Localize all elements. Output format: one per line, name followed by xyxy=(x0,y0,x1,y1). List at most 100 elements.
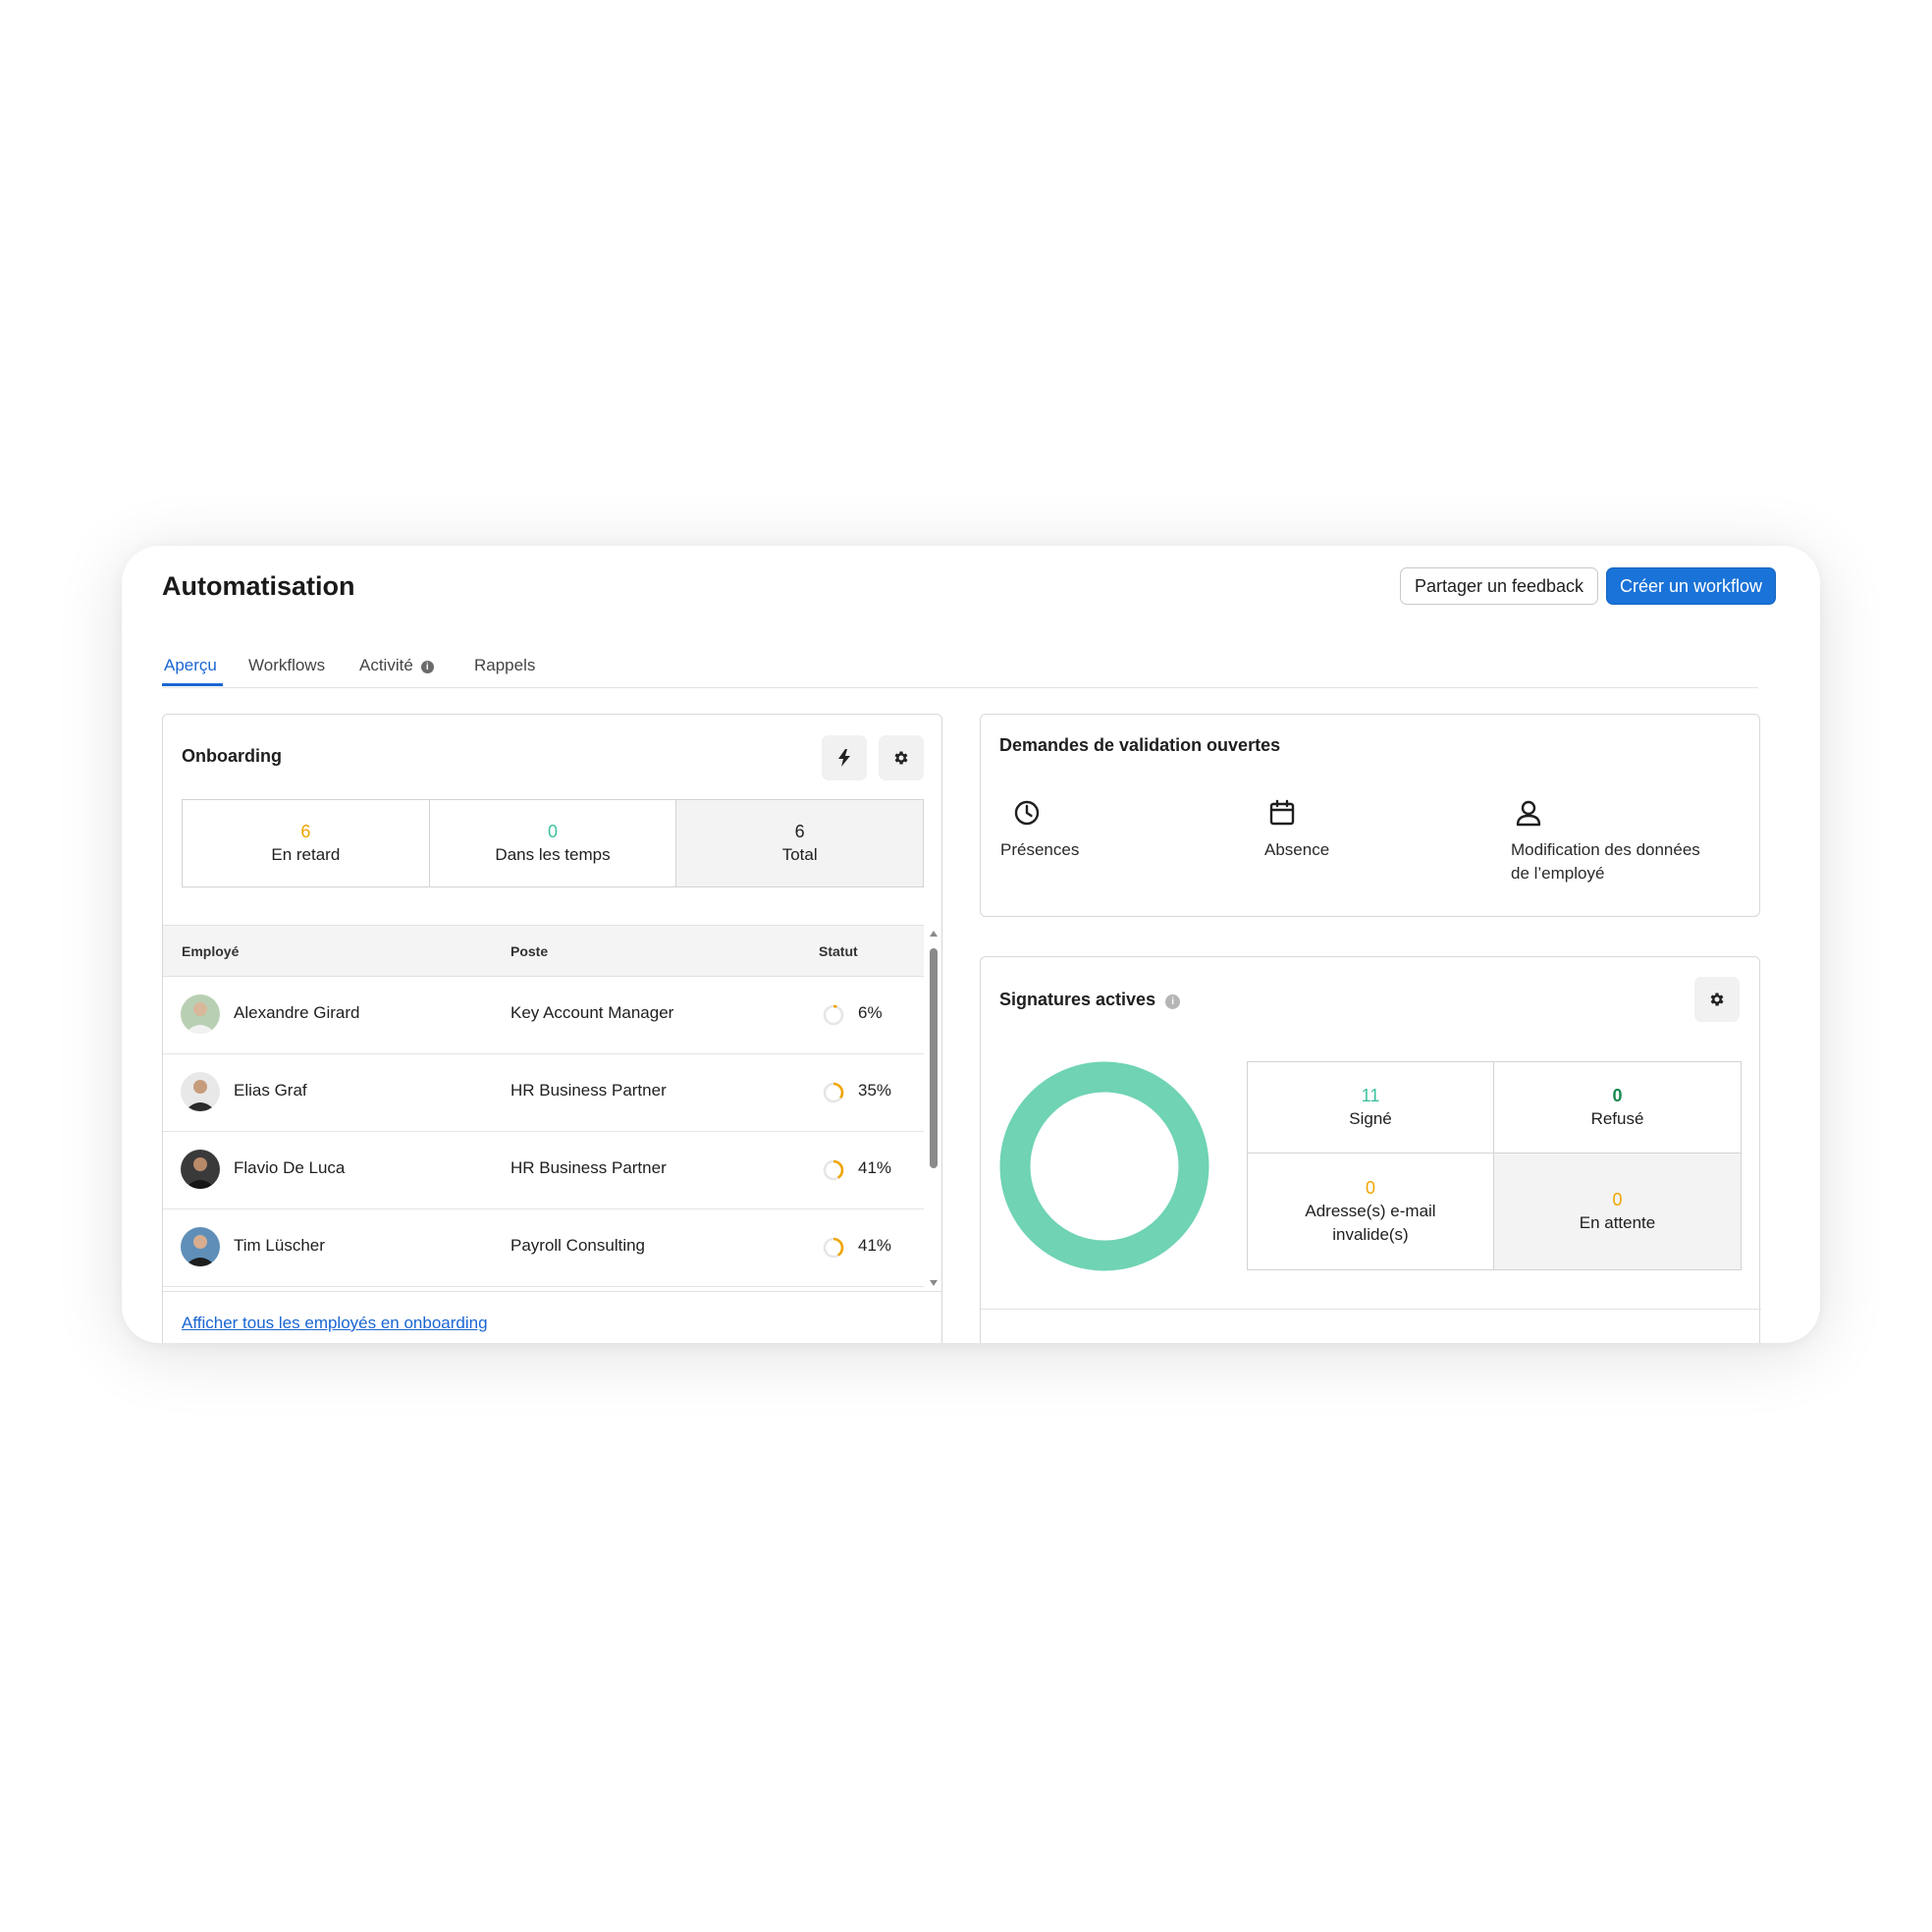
tab-workflows[interactable]: Workflows xyxy=(248,656,325,675)
signature-stat-refused[interactable]: 0 Refusé xyxy=(1494,1062,1741,1154)
create-workflow-button[interactable]: Créer un workflow xyxy=(1606,567,1776,605)
avatar xyxy=(181,1150,220,1189)
table-scrollbar[interactable] xyxy=(926,929,941,1290)
stat-on-time-label: Dans les temps xyxy=(495,845,611,864)
employee-status: 6% xyxy=(858,1003,883,1022)
signature-stat-invalid-email[interactable]: 0 Adresse(s) e-mail invalide(s) xyxy=(1248,1154,1494,1269)
column-header-position[interactable]: Poste xyxy=(510,943,548,959)
signature-stat-refused-value: 0 xyxy=(1612,1086,1623,1105)
onboarding-panel: Onboarding 6 En retard 0 Dans les temps … xyxy=(162,714,942,1343)
scroll-down-arrow-icon[interactable] xyxy=(930,1280,938,1286)
stat-on-time-value: 0 xyxy=(548,822,559,841)
signatures-title: Signatures actives i xyxy=(999,990,1181,1010)
signature-stat-refused-label: Refusé xyxy=(1590,1109,1644,1128)
signature-stat-invalid-email-label-line2: invalide(s) xyxy=(1332,1225,1409,1244)
signatures-stats-grid: 11 Signé 0 Refusé 0 Adresse(s) e-mail in… xyxy=(1247,1061,1742,1270)
stat-late-label: En retard xyxy=(271,845,341,864)
stat-total[interactable]: 6 Total xyxy=(676,800,924,886)
employee-name: Tim Lüscher xyxy=(234,1236,325,1255)
tab-apercu[interactable]: Aperçu xyxy=(164,656,217,675)
signatures-donut-chart xyxy=(999,1061,1209,1271)
tab-bar: Aperçu Workflows Activité i Rappels xyxy=(162,644,1758,688)
gear-icon xyxy=(1710,993,1724,1006)
table-header: Employé Poste Statut xyxy=(163,925,924,977)
validation-item-presences[interactable]: Présences xyxy=(1000,799,1079,859)
avatar xyxy=(181,1227,220,1266)
table-row[interactable]: Tim Lüscher Payroll Consulting 41% xyxy=(163,1209,924,1287)
table-row[interactable]: Alexandre Girard Key Account Manager 6% xyxy=(163,977,924,1054)
info-icon[interactable]: i xyxy=(1165,994,1181,1009)
validation-label-presences: Présences xyxy=(1000,840,1080,859)
divider xyxy=(163,1291,941,1292)
gear-icon xyxy=(894,751,908,765)
stat-on-time[interactable]: 0 Dans les temps xyxy=(430,800,677,886)
column-header-status[interactable]: Statut xyxy=(819,943,858,959)
employee-status: 35% xyxy=(858,1081,892,1100)
employee-status: 41% xyxy=(858,1236,892,1255)
validation-item-absence[interactable]: Absence xyxy=(1264,799,1329,859)
signature-stat-signed-value: 11 xyxy=(1361,1086,1380,1105)
employee-name: Flavio De Luca xyxy=(234,1158,346,1177)
stat-total-value: 6 xyxy=(794,822,805,841)
signature-stat-pending-label: En attente xyxy=(1579,1213,1656,1232)
employee-position: HR Business Partner xyxy=(510,1081,667,1100)
signature-stat-signed[interactable]: 11 Signé xyxy=(1248,1062,1494,1154)
validation-label-employee-data-line1: Modification des données xyxy=(1511,840,1700,859)
employee-position: HR Business Partner xyxy=(510,1158,667,1177)
lightning-icon xyxy=(838,749,850,767)
active-tab-indicator xyxy=(162,683,223,686)
show-all-onboarding-link[interactable]: Afficher tous les employés en onboarding xyxy=(182,1314,488,1333)
divider xyxy=(981,1309,1761,1310)
progress-ring xyxy=(823,1159,844,1181)
tab-apercu-label: Aperçu xyxy=(164,656,217,674)
avatar xyxy=(181,994,220,1034)
stat-late[interactable]: 6 En retard xyxy=(183,800,430,886)
stat-total-label: Total xyxy=(781,845,818,864)
share-feedback-button[interactable]: Partager un feedback xyxy=(1400,567,1598,605)
onboarding-stats: 6 En retard 0 Dans les temps 6 Total xyxy=(182,799,924,887)
signatures-settings-button[interactable] xyxy=(1694,977,1740,1022)
progress-ring xyxy=(823,1082,844,1103)
signatures-title-text: Signatures actives xyxy=(999,990,1156,1009)
stat-late-value: 6 xyxy=(300,822,311,841)
person-icon xyxy=(1516,800,1541,827)
progress-ring xyxy=(823,1237,844,1259)
employee-position: Key Account Manager xyxy=(510,1003,674,1022)
page-title: Automatisation xyxy=(162,571,355,601)
validation-title: Demandes de validation ouvertes xyxy=(999,735,1281,755)
calendar-icon xyxy=(1269,799,1295,826)
signature-stat-pending[interactable]: 0 En attente xyxy=(1494,1154,1741,1269)
employee-name: Elias Graf xyxy=(234,1081,307,1100)
validation-item-employee-data[interactable]: Modification des données de l’employé xyxy=(1511,799,1700,883)
automation-button[interactable] xyxy=(822,735,867,780)
tab-activite[interactable]: Activité i xyxy=(359,656,434,675)
table-row[interactable]: Elias Graf HR Business Partner 35% xyxy=(163,1054,924,1132)
signature-stat-invalid-email-value: 0 xyxy=(1365,1178,1375,1198)
signature-stat-invalid-email-label-line1: Adresse(s) e-mail xyxy=(1305,1202,1436,1220)
employee-name: Alexandre Girard xyxy=(234,1003,360,1022)
onboarding-title: Onboarding xyxy=(182,746,282,766)
progress-ring xyxy=(823,1004,844,1026)
validation-requests-panel: Demandes de validation ouvertes Présence… xyxy=(980,714,1760,917)
onboarding-settings-button[interactable] xyxy=(879,735,924,780)
signature-stat-signed-label: Signé xyxy=(1349,1109,1392,1128)
validation-label-absence: Absence xyxy=(1264,840,1330,859)
clock-icon xyxy=(1014,800,1040,826)
scrollbar-thumb[interactable] xyxy=(930,948,938,1168)
validation-label-employee-data-line2: de l’employé xyxy=(1511,864,1605,883)
employee-position: Payroll Consulting xyxy=(510,1236,646,1255)
table-row[interactable]: Flavio De Luca HR Business Partner 41% xyxy=(163,1132,924,1209)
progress-ring-track xyxy=(823,1004,844,1026)
tab-rappels[interactable]: Rappels xyxy=(474,656,535,675)
employee-status: 41% xyxy=(858,1158,892,1177)
signature-stat-pending-value: 0 xyxy=(1612,1190,1623,1209)
signatures-panel: Signatures actives i 11 Signé 0 Refusé 0 … xyxy=(980,956,1761,1343)
column-header-employee[interactable]: Employé xyxy=(182,943,239,959)
avatar xyxy=(181,1072,220,1111)
tab-workflows-label: Workflows xyxy=(248,656,326,674)
tab-rappels-label: Rappels xyxy=(474,656,536,674)
scroll-up-arrow-icon[interactable] xyxy=(930,931,938,937)
donut-ring-signed xyxy=(999,1061,1209,1271)
automation-card: Automatisation Partager un feedback Crée… xyxy=(122,546,1820,1343)
info-icon[interactable]: i xyxy=(420,661,434,673)
